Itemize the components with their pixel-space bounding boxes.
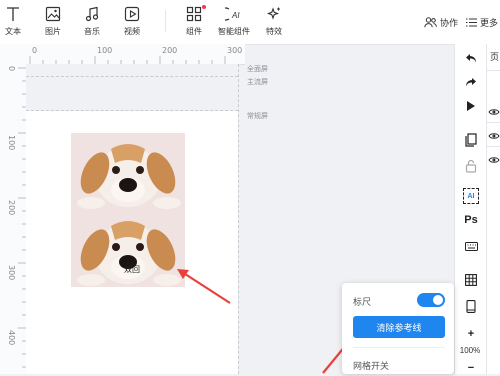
- guide-label-mainstream: 主流屏: [247, 79, 268, 86]
- toggle-knob: [433, 295, 443, 305]
- music-icon: [85, 6, 99, 22]
- ruler-tick-label: 300: [227, 46, 243, 55]
- puppy-picture: [71, 210, 185, 287]
- unlock-icon: [465, 159, 477, 173]
- ruler-tick-label: 0: [7, 66, 16, 72]
- text-icon: [7, 7, 19, 21]
- video-tool-button[interactable]: 视频: [114, 6, 150, 37]
- effects-tool-button[interactable]: 特效: [256, 6, 292, 37]
- ai-component-tool-label: 智能组件: [218, 27, 250, 36]
- minus-icon: −: [467, 362, 475, 374]
- plus-icon: +: [467, 328, 475, 340]
- panel-divider: [487, 146, 500, 147]
- image-caption: 双回: [124, 265, 140, 274]
- popup-divider: [353, 347, 445, 348]
- ai-tool-label: AI: [467, 192, 475, 200]
- toolbar-divider: [165, 10, 166, 32]
- ruler-tick-label: 200: [162, 46, 178, 55]
- undo-icon: [466, 54, 476, 63]
- zoom-in-button[interactable]: +: [463, 326, 479, 342]
- video-tool-label: 视频: [124, 27, 140, 36]
- phone-view-button[interactable]: [463, 298, 479, 314]
- annotation-arrow: [177, 269, 231, 304]
- guide-label-fullscreen: 全面屏: [247, 66, 268, 73]
- video-icon: [124, 6, 140, 22]
- grid-toggle-label[interactable]: 网格开关: [353, 359, 389, 372]
- collaborate-label: 协作: [440, 18, 459, 28]
- component-tool-label: 组件: [186, 27, 202, 36]
- ruler-settings-popup: 标尺 清除参考线 网格开关: [342, 283, 454, 374]
- ruler-tick-label: 300: [7, 265, 16, 281]
- ruler-label: 标尺: [353, 297, 372, 307]
- redo-icon: [466, 78, 476, 87]
- ruler-tick-label: 100: [97, 46, 113, 55]
- guide-label-normal: 常规屏: [247, 113, 268, 120]
- right-tool-strip: AI Ps + −: [454, 44, 487, 374]
- lock-button[interactable]: [463, 158, 479, 174]
- new-badge-dot: [202, 5, 206, 9]
- ruler-ticks: [18, 67, 26, 368]
- top-toolbar: 文本 图片 音乐 视频 组件 AI 智能组件 特效 协作 更多: [0, 0, 500, 45]
- ai-tool-button[interactable]: AI: [463, 188, 479, 204]
- ruler-tick-label: 100: [7, 135, 16, 151]
- component-icon: [186, 6, 202, 22]
- puppy-image-bottom[interactable]: [71, 210, 185, 287]
- panel-divider: [487, 122, 500, 123]
- fullscreen-guide-line: [26, 76, 238, 77]
- copy-pages-icon: [465, 133, 477, 147]
- play-icon: [467, 101, 475, 111]
- canvas-right-guide: [238, 64, 239, 374]
- more-button[interactable]: 更多: [466, 16, 498, 29]
- vertical-ruler[interactable]: 0 100 200 300 400: [0, 64, 27, 374]
- pages-tab[interactable]: 页: [490, 50, 499, 63]
- panel-divider: [487, 70, 500, 71]
- ps-tool-label: Ps: [464, 214, 478, 226]
- layers-panel-edge: 页: [486, 44, 500, 374]
- ai-component-tool-button[interactable]: AI 智能组件: [216, 6, 252, 37]
- effects-tool-label: 特效: [266, 27, 282, 36]
- ruler-tick-label: 200: [7, 200, 16, 216]
- collaborate-button[interactable]: 协作: [424, 16, 458, 29]
- puppy-image-top[interactable]: [71, 133, 185, 210]
- puppy-picture: [71, 133, 185, 210]
- keyboard-button[interactable]: [463, 238, 479, 254]
- undo-button[interactable]: [463, 50, 479, 66]
- list-icon: [466, 18, 477, 27]
- image-icon: [45, 6, 61, 22]
- ruler-tick-label: 0: [32, 46, 38, 55]
- ruler-tick-label: 400: [7, 330, 16, 346]
- svg-text:AI: AI: [231, 11, 240, 20]
- text-tool-button[interactable]: 文本: [0, 6, 31, 37]
- preview-button[interactable]: [463, 98, 479, 114]
- eye-icon[interactable]: [488, 156, 500, 164]
- image-tool-button[interactable]: 图片: [35, 6, 71, 37]
- ruler-toggle[interactable]: [417, 293, 445, 307]
- music-tool-label: 音乐: [84, 27, 100, 36]
- users-icon: [424, 17, 437, 28]
- phone-icon: [466, 299, 476, 313]
- eye-icon[interactable]: [488, 132, 500, 140]
- more-label: 更多: [480, 18, 499, 28]
- sparkle-icon: [266, 7, 280, 20]
- component-tool-button[interactable]: 组件: [176, 5, 212, 37]
- eye-icon[interactable]: [488, 108, 500, 116]
- clear-guides-button[interactable]: 清除参考线: [353, 316, 445, 338]
- keyboard-icon: [464, 241, 478, 251]
- ps-tool-button[interactable]: Ps: [463, 212, 479, 228]
- text-tool-label: 文本: [5, 27, 21, 36]
- music-tool-button[interactable]: 音乐: [74, 6, 110, 37]
- grid-button[interactable]: [463, 272, 479, 288]
- grid-icon: [465, 274, 477, 286]
- horizontal-ruler[interactable]: 0 100 200 300: [0, 44, 245, 65]
- image-tool-label: 图片: [45, 27, 61, 36]
- pages-button[interactable]: [463, 132, 479, 148]
- redo-button[interactable]: [463, 74, 479, 90]
- ai-component-icon: AI: [225, 7, 240, 21]
- screen-safe-area: [26, 64, 238, 111]
- zoom-level: 100%: [459, 346, 481, 355]
